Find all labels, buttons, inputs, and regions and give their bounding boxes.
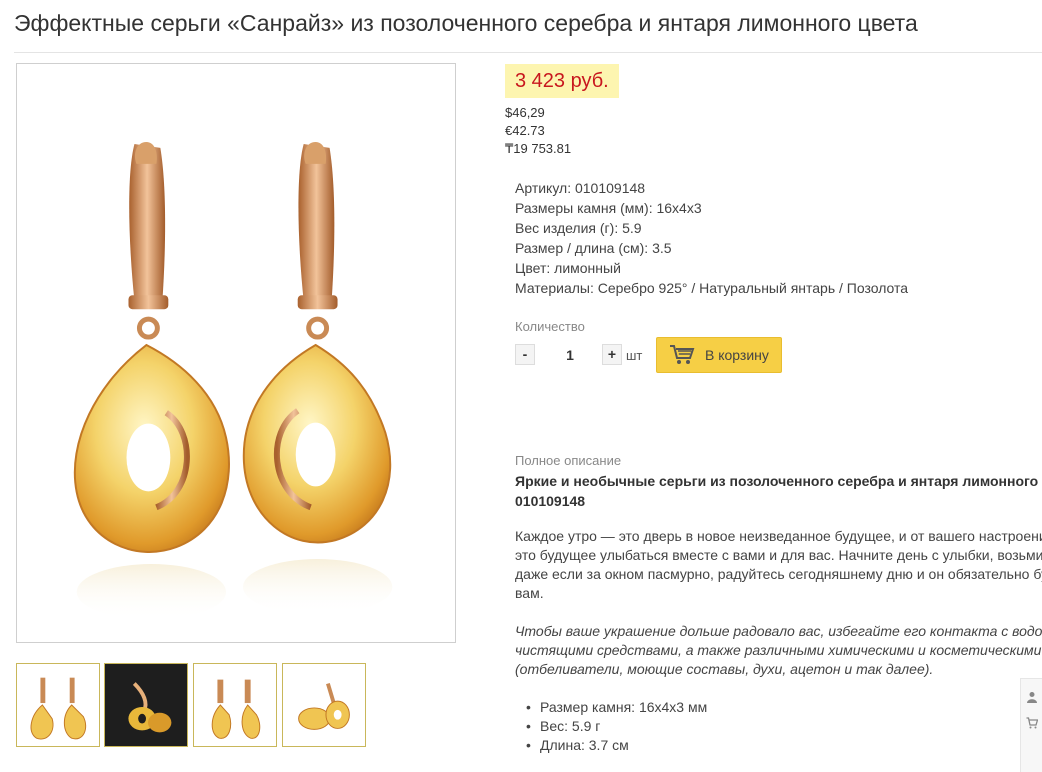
title-divider xyxy=(14,52,1042,53)
spec-color: Цвет: лимонный xyxy=(515,260,621,276)
thumbnail-4[interactable] xyxy=(282,663,366,747)
thumbnail-2[interactable] xyxy=(104,663,188,747)
spec-weight: Вес изделия (г): 5.9 xyxy=(515,220,642,236)
spec-length: Размер / длина (см): 3.5 xyxy=(515,240,672,256)
thumbnail-earrings-side xyxy=(194,664,276,746)
shopping-cart-icon xyxy=(670,345,695,364)
description-paragraph-line: Каждое утро — это дверь в новое неизведа… xyxy=(515,528,1042,544)
quantity-input[interactable] xyxy=(540,344,600,366)
spec-stone-size: Размеры камня (мм): 16х4х3 xyxy=(515,200,702,216)
cart-icon[interactable] xyxy=(1026,717,1038,729)
price-kzt: ₸19 753.81 xyxy=(505,141,572,156)
description-paragraph-line: даже если за окном пасмурно, радуйтесь с… xyxy=(515,566,1042,582)
price-eur: €42.73 xyxy=(505,123,545,138)
spec-article: Артикул: 010109148 xyxy=(515,180,646,196)
thumbnail-1[interactable] xyxy=(16,663,100,747)
description-paragraph-line: вам. xyxy=(515,585,544,601)
price-usd: $46,29 xyxy=(505,105,545,120)
bullet-length: Длина: 3.7 см xyxy=(526,737,629,753)
care-note-line: Чтобы ваше украшение дольше радовало вас… xyxy=(515,623,1042,639)
spec-materials: Материалы: Серебро 925° / Натуральный ян… xyxy=(515,280,909,296)
add-to-cart-button[interactable]: В корзину xyxy=(656,337,782,373)
care-note-line: чистящими средствами, а также различными… xyxy=(515,642,1042,658)
description-heading-line2: 010109148 xyxy=(515,493,586,509)
care-note-line: (отбеливатели, моющие составы, духи, аце… xyxy=(515,661,934,677)
description-paragraph-line: это будущее улыбаться вместе с вами и дл… xyxy=(515,547,1042,563)
quantity-increase-button[interactable]: + xyxy=(602,344,622,365)
quantity-unit: шт xyxy=(626,348,643,363)
thumbnail-earrings-dark xyxy=(105,664,187,746)
quantity-label: Количество xyxy=(515,319,585,334)
bullet-stone-size: Размер камня: 16х4х3 мм xyxy=(526,699,707,715)
earrings-illustration xyxy=(73,141,393,620)
bullet-weight: Вес: 5.9 г xyxy=(526,718,600,734)
thumbnail-earrings-lying xyxy=(283,664,365,746)
description-label: Полное описание xyxy=(515,453,622,468)
page-title: Эффектные серьги «Санрайз» из позолоченн… xyxy=(14,10,918,36)
main-product-image[interactable] xyxy=(16,63,456,643)
thumbnail-earrings-front xyxy=(17,664,99,746)
quantity-decrease-button[interactable]: - xyxy=(515,344,535,365)
user-icon[interactable] xyxy=(1026,691,1038,703)
description-heading: Яркие и необычные серьги из позолоченног… xyxy=(515,471,1038,511)
add-to-cart-label: В корзину xyxy=(705,347,769,363)
description-heading-line1: Яркие и необычные серьги из позолоченног… xyxy=(515,473,1039,489)
floating-side-panel xyxy=(1020,678,1042,772)
thumbnail-3[interactable] xyxy=(193,663,277,747)
price-main: 3 423 руб. xyxy=(505,64,619,98)
